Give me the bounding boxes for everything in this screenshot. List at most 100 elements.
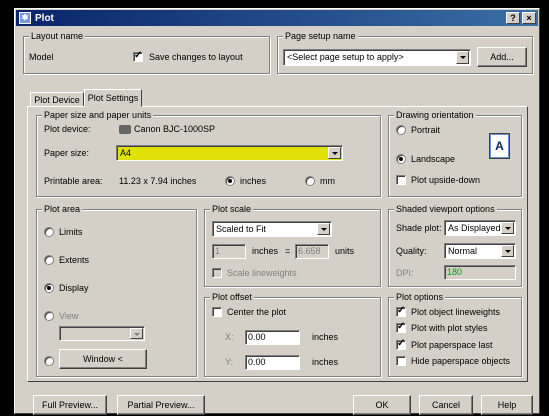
paper-size-select[interactable]: A4 (116, 145, 343, 161)
center-plot-label: Center the plot (227, 307, 287, 317)
page-setup-group-label: Page setup name (283, 31, 358, 41)
plot-device-value: Canon BJC-1000SP (119, 124, 215, 135)
landscape-orientation-icon: A (489, 133, 510, 159)
center-plot-checkbox[interactable] (212, 307, 222, 317)
plot-with-styles-checkbox[interactable] (396, 321, 406, 333)
window-radio[interactable] (44, 356, 54, 366)
landscape-radio[interactable] (396, 154, 406, 164)
view-radio[interactable] (44, 311, 54, 321)
extents-label: Extents (59, 255, 90, 265)
plot-paperspace-last-checkbox[interactable] (396, 338, 406, 350)
plot-scale-select[interactable]: Scaled to Fit (212, 221, 332, 237)
chevron-down-icon (501, 245, 514, 257)
chevron-down-icon (456, 51, 469, 64)
page-setup-select[interactable]: <Select page setup to apply> (283, 49, 471, 66)
paper-size-value: A4 (120, 148, 132, 158)
plot-options-group-label: Plot options (394, 292, 446, 302)
view-select[interactable] (59, 326, 145, 341)
help-title-button[interactable]: ? (506, 12, 520, 24)
shade-plot-label: Shade plot: (396, 223, 442, 233)
save-changes-checkbox[interactable] (133, 50, 143, 62)
offset-y-field[interactable]: 0.00 (245, 355, 300, 370)
offset-x-field[interactable]: 0.00 (245, 330, 300, 345)
offset-x-label: X: (225, 332, 234, 342)
scale-lineweights-checkbox[interactable] (212, 268, 222, 278)
paper-size-label: Paper size: (44, 148, 90, 158)
plot-area-group-label: Plot area (42, 204, 83, 214)
view-label: View (59, 311, 79, 321)
plot-device-name: Canon BJC-1000SP (134, 124, 216, 134)
scale-units-label: units (335, 246, 355, 256)
quality-select[interactable]: Normal (444, 243, 516, 259)
printer-icon (119, 125, 131, 135)
extents-radio[interactable] (44, 255, 54, 265)
full-preview-button[interactable]: Full Preview... (33, 395, 107, 415)
plot-object-lineweights-label: Plot object lineweights (411, 307, 501, 317)
hide-paperspace-objects-checkbox[interactable] (396, 356, 406, 366)
units-mm-radio[interactable] (305, 176, 315, 186)
portrait-radio[interactable] (396, 125, 406, 135)
layout-name-value: Model (29, 52, 54, 62)
chevron-down-icon (130, 328, 143, 339)
add-page-setup-button[interactable]: Add... (477, 47, 527, 67)
plot-scale-group: Plot scale Scaled to Fit 1 inches = 6.65… (204, 204, 381, 287)
dpi-field[interactable]: 180 (444, 265, 516, 280)
page-setup-select-value: <Select page setup to apply> (287, 52, 404, 62)
printable-area-value: 11.23 x 7.94 inches (119, 176, 197, 186)
quality-value: Normal (448, 246, 478, 256)
limits-label: Limits (59, 227, 83, 237)
shade-plot-value: As Displayed (448, 223, 501, 233)
portrait-label: Portrait (411, 125, 441, 135)
ok-button[interactable]: OK (353, 395, 411, 415)
close-icon[interactable]: × (522, 12, 536, 24)
app-icon: ✱ (19, 12, 31, 24)
landscape-label: Landscape (411, 154, 456, 164)
help-button[interactable]: Help (481, 395, 533, 415)
cancel-button[interactable]: Cancel (419, 395, 473, 415)
tab-plot-device[interactable]: Plot Device (30, 92, 84, 107)
scale-units-field[interactable]: 6.658 (295, 244, 329, 259)
layout-name-group: Layout name Model Save changes to layout (23, 31, 270, 74)
shaded-viewport-group-label: Shaded viewport options (394, 204, 497, 214)
plot-upside-down-checkbox[interactable] (396, 175, 406, 185)
offset-y-unit: inches (312, 357, 339, 367)
plot-upside-down-label: Plot upside-down (411, 175, 481, 185)
shaded-viewport-group: Shaded viewport options Shade plot: As D… (388, 204, 522, 287)
partial-preview-button[interactable]: Partial Preview... (117, 395, 205, 415)
paper-size-group: Paper size and paper units Plot device: … (36, 110, 381, 197)
plot-dialog: ✱ Plot ? × Layout name Model Save change… (14, 8, 540, 415)
units-mm-label: mm (320, 176, 335, 186)
plot-paperspace-last-label: Plot paperspace last (411, 340, 493, 350)
chevron-down-icon (317, 223, 330, 235)
plot-offset-group: Plot offset Center the plot X: 0.00 inch… (204, 292, 381, 377)
chevron-down-icon (328, 147, 341, 159)
scale-lineweights-label: Scale lineweights (227, 268, 297, 278)
page-setup-group: Page setup name <Select page setup to ap… (277, 31, 533, 74)
chevron-down-icon (501, 222, 514, 234)
printable-area-label: Printable area: (44, 176, 103, 186)
drawing-orientation-group-label: Drawing orientation (394, 110, 476, 120)
scale-equals-label: = (285, 246, 291, 256)
plot-device-label: Plot device: (44, 124, 91, 134)
plot-options-group: Plot options Plot object lineweights Plo… (388, 292, 522, 377)
plot-offset-group-label: Plot offset (210, 292, 254, 302)
shade-plot-select[interactable]: As Displayed (444, 220, 516, 236)
quality-label: Quality: (396, 246, 427, 256)
drawing-orientation-group: Drawing orientation Portrait A Landscape… (388, 110, 522, 197)
plot-object-lineweights-checkbox[interactable] (396, 305, 406, 317)
tab-plot-settings[interactable]: Plot Settings (84, 89, 142, 107)
scale-inches-field[interactable]: 1 (212, 244, 246, 259)
plot-scale-value: Scaled to Fit (216, 224, 267, 234)
dpi-label: DPI: (396, 268, 414, 278)
offset-y-label: Y: (225, 357, 234, 367)
display-label: Display (59, 283, 89, 293)
units-inches-radio[interactable] (225, 176, 235, 186)
display-radio[interactable] (44, 283, 54, 293)
title-bar: ✱ Plot ? × (16, 10, 538, 26)
plot-scale-group-label: Plot scale (210, 204, 254, 214)
limits-radio[interactable] (44, 227, 54, 237)
units-inches-label: inches (240, 176, 267, 186)
layout-name-group-label: Layout name (29, 31, 86, 41)
paper-size-group-label: Paper size and paper units (42, 110, 154, 120)
window-pick-button[interactable]: Window < (59, 349, 147, 369)
